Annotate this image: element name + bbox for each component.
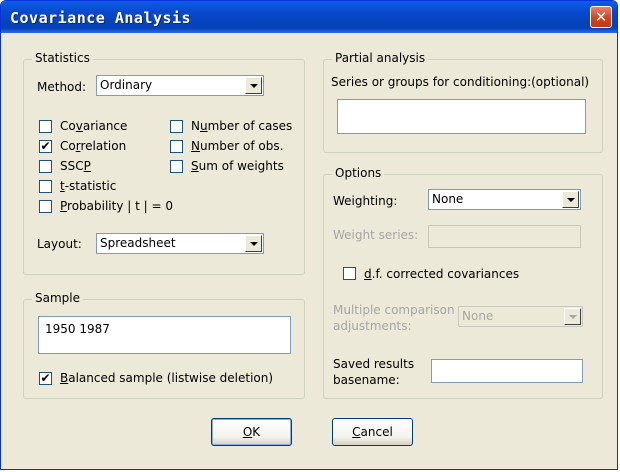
weight-series-label: Weight series: [333,228,419,242]
options-legend: Options [332,166,385,180]
ok-button[interactable]: OK [211,418,292,446]
chevron-down-icon[interactable] [562,191,579,208]
sscp-checkbox[interactable] [39,160,52,173]
t-statistic-label[interactable]: t-statistic [60,179,116,193]
multiple-comparison-label-2: adjustments: [333,319,412,333]
number-of-cases-checkbox[interactable] [170,120,183,133]
close-icon: ✕ [594,8,608,26]
chevron-down-icon[interactable] [245,235,262,252]
number-of-obs-label[interactable]: Number of obs. [191,139,283,153]
sample-value: 1950 1987 [45,322,110,336]
layout-label: Layout: [37,237,82,251]
balanced-sample-checkbox[interactable]: ✔ [39,371,52,385]
probability-label[interactable]: Probability | t | = 0 [60,199,173,213]
weight-series-input[interactable] [428,225,581,248]
layout-select[interactable]: Spreadsheet [96,233,264,254]
weighting-select[interactable]: None [428,189,581,210]
partial-analysis-legend: Partial analysis [332,51,429,65]
balanced-sample-label[interactable]: Balanced sample (listwise deletion) [60,371,273,385]
conditioning-input[interactable] [337,99,586,134]
weighting-value: None [432,192,464,206]
close-button[interactable]: ✕ [590,6,612,28]
covariance-analysis-dialog: Covariance Analysis ✕ Statistics Method:… [0,0,618,470]
weighting-label: Weighting: [333,194,398,208]
number-of-cases-label[interactable]: Number of cases [191,119,292,133]
sum-of-weights-label[interactable]: Sum of weights [191,159,284,173]
layout-value: Spreadsheet [100,236,176,250]
saved-results-label: Saved results [333,357,415,371]
chevron-down-icon[interactable] [245,77,262,94]
statistics-legend: Statistics [32,51,93,65]
covariance-label[interactable]: Covariance [60,119,127,133]
saved-results-label-2: basename: [333,373,400,387]
correlation-checkbox[interactable]: ✔ [39,139,52,153]
dialog-title: Covariance Analysis [10,9,192,27]
title-bar[interactable]: Covariance Analysis ✕ [1,1,617,33]
multiple-comparison-value: None [462,309,494,323]
sample-legend: Sample [32,291,83,305]
method-select[interactable]: Ordinary [96,75,264,96]
probability-checkbox[interactable] [39,200,52,213]
cancel-button[interactable]: Cancel [332,418,413,446]
method-value: Ordinary [100,78,153,92]
multiple-comparison-label: Multiple comparison [333,303,455,317]
number-of-obs-checkbox[interactable] [170,140,183,153]
checkmark-icon: ✔ [40,371,51,385]
chevron-down-icon[interactable] [564,308,581,325]
conditioning-label: Series or groups for conditioning:(optio… [331,75,590,89]
sample-input[interactable]: 1950 1987 [38,316,291,354]
method-label: Method: [37,80,87,94]
df-corrected-checkbox[interactable] [343,267,356,280]
checkmark-icon: ✔ [40,139,51,153]
covariance-checkbox[interactable] [39,120,52,133]
df-corrected-label[interactable]: d.f. corrected covariances [364,267,519,281]
sscp-label[interactable]: SSCP [60,159,91,173]
multiple-comparison-select[interactable]: None [458,306,583,327]
t-statistic-checkbox[interactable] [39,180,52,193]
correlation-label[interactable]: Correlation [60,139,126,153]
sum-of-weights-checkbox[interactable] [170,160,183,173]
saved-results-input[interactable] [431,359,583,383]
